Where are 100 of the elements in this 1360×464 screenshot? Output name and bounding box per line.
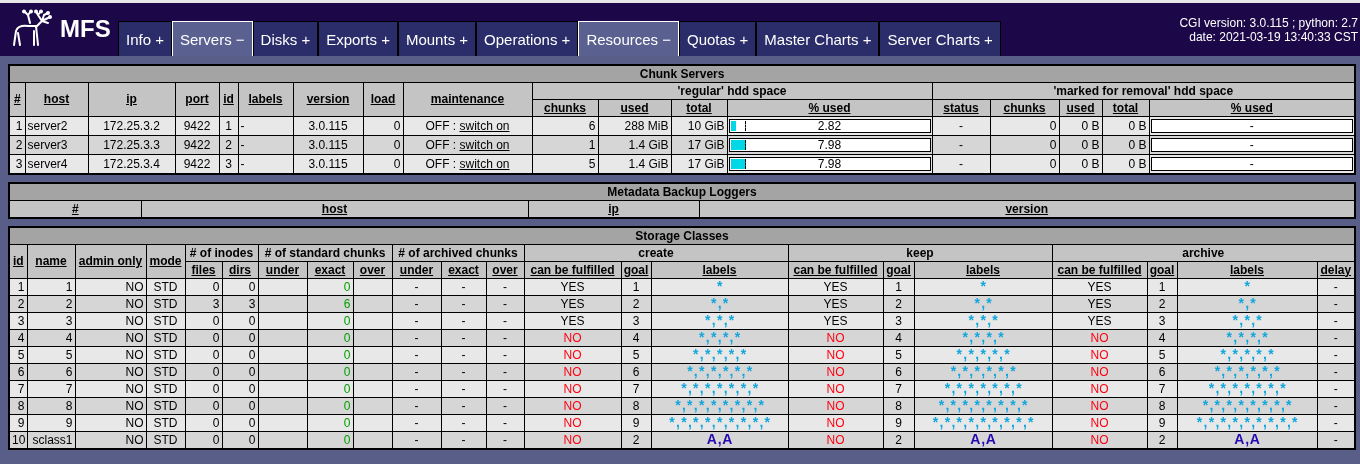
fulfilled-status: NO (563, 398, 582, 413)
fulfilled-status: YES (823, 296, 848, 311)
nav-tab[interactable]: Info + (118, 21, 172, 56)
fulfilled-status: NO (826, 381, 845, 396)
fulfilled-status: YES (560, 313, 585, 328)
fulfilled-status: NO (826, 364, 845, 379)
fulfilled-status: NO (826, 415, 845, 430)
labels-expression: * , * , * , * , * , * , * (1208, 381, 1286, 396)
nav-tab[interactable]: Operations + (476, 21, 579, 56)
nav-tab[interactable]: Mounts + (397, 21, 477, 56)
labels-expression: * , * , * , * , * , * (950, 364, 1016, 379)
fulfilled-status: NO (826, 347, 845, 362)
labels-expression: * , * , * , * , * , * , * , * (938, 398, 1028, 413)
column-header[interactable]: ip (608, 201, 619, 216)
labels-expression: * , * , * , * , * , * , * , * , * (669, 415, 770, 430)
fulfilled-status: YES (823, 279, 848, 294)
table-cell: 7 (9, 380, 27, 398)
fulfilled-status: NO (563, 330, 582, 345)
fulfilled-status: NO (563, 347, 582, 362)
nav-tab[interactable]: Master Charts + (756, 21, 880, 56)
fulfilled-status: NO (1090, 364, 1109, 379)
column-header[interactable]: goal (1149, 262, 1175, 277)
fulfilled-status: NO (563, 415, 582, 430)
labels-expression: * , * (974, 296, 992, 311)
fulfilled-status: NO (1090, 398, 1109, 413)
labels-expression: A , A (1234, 432, 1260, 447)
switch-on-link[interactable]: switch on (459, 118, 510, 133)
nav-tab[interactable]: Quotas + (679, 21, 757, 56)
table-cell: 3 (9, 154, 25, 174)
column-header[interactable]: host (321, 201, 348, 216)
table-cell: 5 (9, 346, 27, 364)
labels-expression: * , * , * , * , * , * (1214, 364, 1280, 379)
version-info: date: 2021-03-19 13:40:33 CST (1188, 29, 1358, 44)
maintenance-status: OFF : (425, 118, 457, 133)
table-cell: 1 (9, 116, 25, 136)
labels-expression: * , * , * , * , * , * , * , * , * (1196, 415, 1298, 430)
table-cell: 6 (9, 363, 27, 381)
nav-tab[interactable]: Resources − (578, 21, 679, 56)
nav-tab[interactable]: Server Charts + (879, 21, 1001, 56)
fulfilled-status: NO (1090, 330, 1109, 345)
usage-percent: - (1248, 120, 1255, 133)
fulfilled-status: NO (563, 381, 582, 396)
column-header[interactable]: ip (126, 92, 137, 106)
fulfilled-status: NO (826, 432, 845, 447)
fulfilled-status: NO (1090, 415, 1109, 430)
table-cell: 3 (9, 312, 27, 330)
fulfilled-status: YES (560, 296, 585, 311)
labels-expression: * (716, 279, 723, 294)
table-title: Metadata Backup Loggers (9, 183, 1355, 201)
nav-tab[interactable]: Disks + (252, 21, 319, 56)
fulfilled-status: NO (1090, 347, 1109, 362)
fulfilled-status: NO (563, 364, 582, 379)
nav-tab[interactable]: Servers − (171, 21, 253, 56)
labels-expression: * (1244, 279, 1250, 294)
fulfilled-status: NO (826, 330, 845, 345)
labels-expression: * (980, 279, 986, 294)
labels-expression: * , * , * , * , * , * , * , * (675, 398, 764, 413)
labels-expression: * , * , * , * (962, 330, 1004, 345)
usage-percent: - (1248, 158, 1255, 171)
labels-expression: * , * , * , * (1226, 330, 1268, 345)
table-cell: 9 (9, 414, 27, 432)
labels-expression: A , A (970, 432, 996, 447)
column-header[interactable]: % used (808, 100, 851, 115)
column-header[interactable]: host (43, 92, 70, 106)
labels-expression: * , * , * (1232, 313, 1262, 328)
fulfilled-status: NO (1090, 381, 1109, 396)
column-header[interactable]: # (71, 201, 79, 216)
fulfilled-status: NO (563, 432, 582, 447)
fulfilled-status: YES (823, 313, 848, 328)
column-header[interactable]: version (1005, 201, 1049, 216)
labels-expression: A , A (706, 432, 733, 447)
fulfilled-status: NO (1090, 432, 1109, 447)
labels-expression: * , * , * , * (699, 330, 740, 345)
labels-expression: * , * , * , * , * , * , * , * (1202, 398, 1292, 413)
fulfilled-status: YES (560, 279, 585, 294)
logo-text: MFS (60, 15, 111, 43)
maintenance-status: OFF : (425, 137, 457, 152)
labels-expression: * , * , * , * , * (693, 347, 746, 362)
table-cell: 2 (9, 135, 25, 155)
usage-percent: - (1248, 139, 1255, 152)
fulfilled-status: NO (826, 398, 845, 413)
labels-expression: * , * , * , * , * (956, 347, 1010, 362)
nav-tab[interactable]: Exports + (318, 21, 398, 56)
labels-expression: * , * , * , * , * (1220, 347, 1274, 362)
labels-expression: * , * , * , * , * , * , * (681, 381, 758, 396)
fulfilled-status: YES (1087, 313, 1112, 328)
column-header[interactable]: % used (1230, 100, 1273, 115)
switch-on-link[interactable]: switch on (459, 137, 510, 152)
table-cell: 10 (9, 431, 27, 449)
column-header[interactable]: goal (623, 262, 649, 277)
table-cell: 1 (9, 278, 27, 296)
table-cell: 8 (9, 397, 27, 415)
labels-expression: * , * , * (968, 313, 998, 328)
labels-expression: * , * (1238, 296, 1256, 311)
table-title: Chunk Servers (9, 65, 1356, 83)
switch-on-link[interactable]: switch on (459, 156, 510, 171)
table-cell: 2 (9, 295, 27, 313)
maintenance-status: OFF : (425, 156, 457, 171)
column-header[interactable]: # (13, 92, 21, 106)
version-info: CGI version: 3.0.115 ; python: 2.7 (1179, 15, 1358, 30)
